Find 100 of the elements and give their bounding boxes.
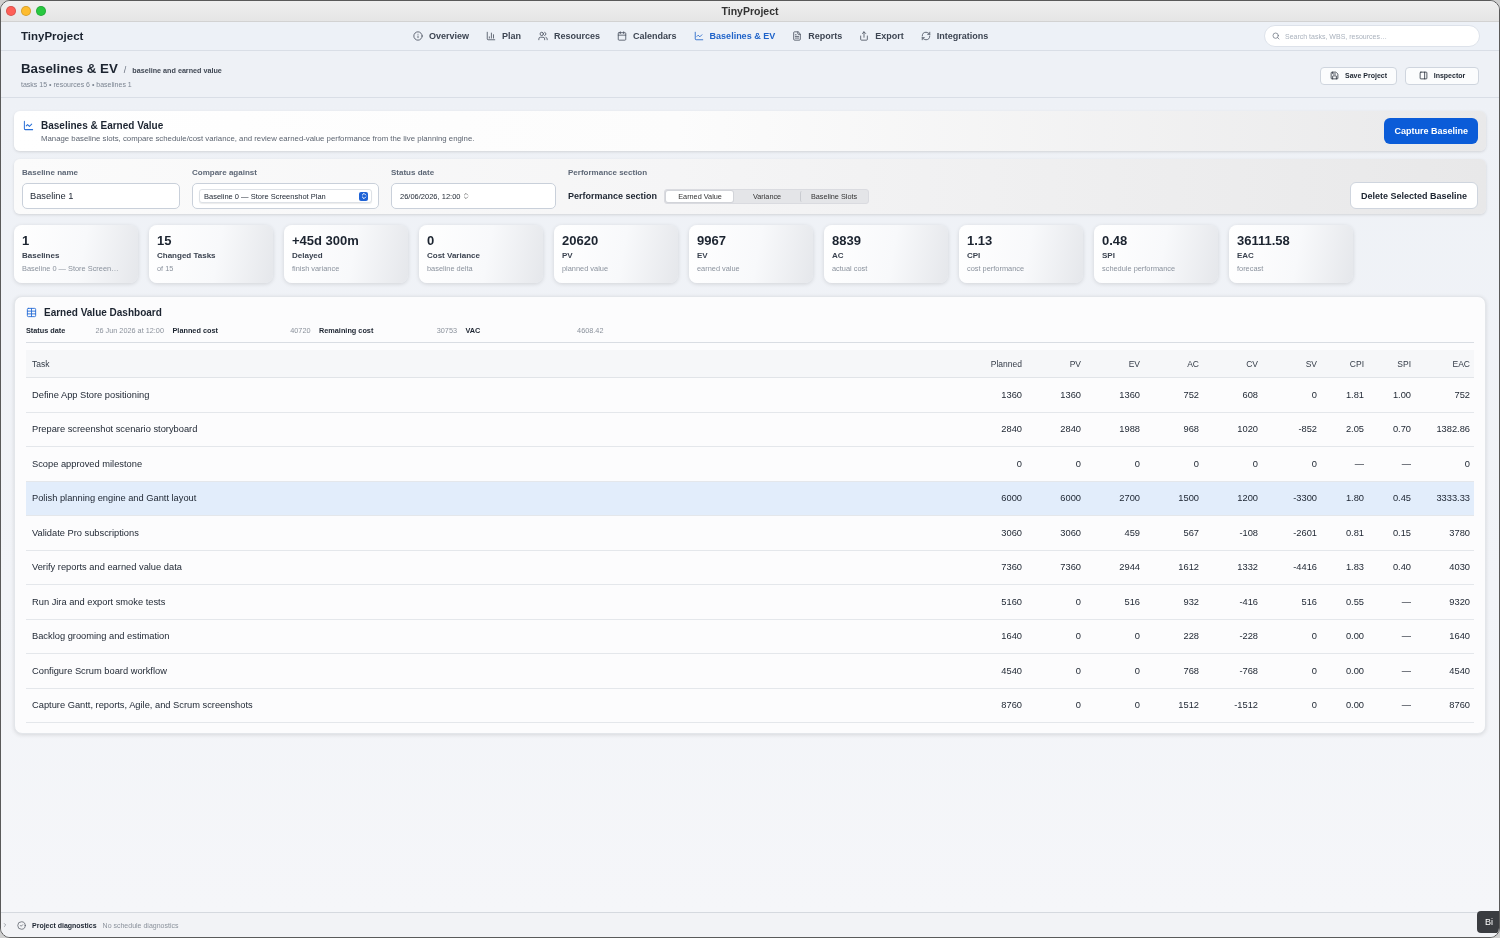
minimize-window-button[interactable] bbox=[21, 6, 31, 16]
table-cell-text: Configure Scrum board workflow bbox=[31, 665, 168, 676]
chevron-icon[interactable] bbox=[2, 922, 8, 928]
table-cell-text: 4030 bbox=[1448, 562, 1471, 573]
table-cell-text: 0.15 bbox=[1391, 527, 1412, 538]
input-field[interactable]: Baseline 1 bbox=[22, 183, 180, 209]
table-row[interactable]: Verify reports and earned value data 7360 7360 2944 1612 1332 -4416 1.83 0.40 4030 bbox=[26, 550, 1474, 585]
capture-baseline-button[interactable]: Capture Baseline bbox=[1384, 118, 1478, 144]
table-cell-text: 1.80 bbox=[1344, 493, 1365, 504]
stat-value: 0.48 bbox=[1102, 233, 1128, 248]
table-cell-text: 567 bbox=[1182, 527, 1200, 538]
column-header: EV bbox=[1127, 358, 1141, 369]
nav-tab[interactable]: Plan bbox=[486, 31, 522, 41]
table-cell-text: Run Jira and export smoke tests bbox=[31, 596, 167, 607]
nav-tab[interactable]: Reports bbox=[792, 31, 843, 41]
table-cell-text: Capture Gantt, reports, Agile, and Scrum screenshots bbox=[31, 700, 254, 711]
close-window-button[interactable] bbox=[6, 6, 16, 16]
column-header: EAC bbox=[1451, 358, 1471, 369]
stat-value: 20620 bbox=[562, 233, 599, 248]
stat-value: 15 bbox=[157, 233, 172, 248]
table-cell-text: 516 bbox=[1300, 596, 1318, 607]
info-icon bbox=[413, 31, 423, 41]
table-cell-text: 0 bbox=[1251, 458, 1259, 469]
save-icon bbox=[1329, 71, 1339, 80]
table-cell-text: -228 bbox=[1238, 631, 1259, 642]
stat-label: Cost Variance bbox=[427, 251, 480, 261]
stat-label: Delayed bbox=[292, 251, 323, 261]
check-circle-icon bbox=[17, 920, 26, 930]
line-chart-icon bbox=[23, 120, 34, 131]
delete-baseline-button[interactable]: Delete Selected Baseline bbox=[1349, 182, 1478, 209]
nav-tab[interactable]: Calendars bbox=[617, 31, 677, 41]
table-cell-text: 608 bbox=[1241, 389, 1259, 400]
table-cell-text: 0 bbox=[1074, 631, 1082, 642]
table-cell-text: 0.55 bbox=[1344, 596, 1365, 607]
nav-tab[interactable]: Resources bbox=[538, 31, 601, 41]
table-cell-text: -416 bbox=[1238, 596, 1259, 607]
table-cell-text: 768 bbox=[1182, 665, 1200, 676]
table-cell-text: 2840 bbox=[1000, 424, 1023, 435]
refresh-icon bbox=[920, 31, 931, 41]
table-cell-text: 932 bbox=[1182, 596, 1200, 607]
control-label: Performance section bbox=[568, 191, 658, 201]
stat-label: PV bbox=[562, 251, 573, 261]
table-cell-text: 1360 bbox=[1000, 389, 1023, 400]
table-row[interactable]: Define App Store positioning 1360 1360 1360 752 608 0 1.81 1.00 752 bbox=[26, 378, 1474, 413]
table-row[interactable]: Run Jira and export smoke tests 5160 0 516 932 -416 516 0.55 — 9320 bbox=[26, 585, 1474, 620]
table-cell-text: 0.40 bbox=[1391, 562, 1412, 573]
column-header: SV bbox=[1304, 358, 1318, 369]
search-icon bbox=[1272, 32, 1280, 40]
table-cell-text: 1640 bbox=[1000, 631, 1023, 642]
table-cell-text: -108 bbox=[1238, 527, 1259, 538]
table-cell-text: 516 bbox=[1123, 596, 1141, 607]
table-cell-text: 6000 bbox=[1000, 493, 1023, 504]
table-cell-text: 1360 bbox=[1059, 389, 1082, 400]
table-row[interactable]: Scope approved milestone 0 0 0 0 0 0 — — 0 bbox=[26, 447, 1474, 482]
stepper-icon bbox=[359, 191, 368, 201]
table-cell-text: 4540 bbox=[1000, 665, 1023, 676]
page-title: Baselines & EV bbox=[21, 60, 118, 77]
dashboard-title: Earned Value Dashboard bbox=[44, 306, 162, 318]
table-cell-text: 1382.86 bbox=[1435, 424, 1471, 435]
table-cell-text: -768 bbox=[1238, 665, 1259, 676]
table-cell-text: — bbox=[1400, 596, 1412, 607]
table-row[interactable]: Polish planning engine and Gantt layout 6000 6000 2700 1500 1200 -3300 1.80 0.45 3333.33 bbox=[26, 481, 1474, 516]
table-cell-text: Define App Store positioning bbox=[31, 389, 151, 400]
table-cell-text: — bbox=[1353, 458, 1365, 469]
table-cell-text: 2.05 bbox=[1344, 424, 1365, 435]
table-cell-text: Validate Pro subscriptions bbox=[31, 527, 140, 538]
nav-tab[interactable]: Overview bbox=[413, 31, 470, 41]
table-row[interactable]: Configure Scrum board workflow 4540 0 0 768 -768 0 0.00 — 4540 bbox=[26, 654, 1474, 689]
tooltip: Bi bbox=[1477, 911, 1499, 933]
stat-label: EV bbox=[697, 251, 708, 261]
table-cell-text: 459 bbox=[1123, 527, 1141, 538]
stat-value: 1.13 bbox=[967, 233, 993, 248]
stat-value: +45d 300m bbox=[292, 233, 359, 248]
table-cell-text: — bbox=[1400, 700, 1412, 711]
table-row[interactable]: Validate Pro subscriptions 3060 3060 459 567 -108 -2601 0.81 0.15 3780 bbox=[26, 516, 1474, 551]
table-cell-text: 0 bbox=[1133, 458, 1141, 469]
table-cell-text: 4540 bbox=[1448, 665, 1471, 676]
table-cell-text: 3780 bbox=[1448, 527, 1471, 538]
table-cell-text: 0 bbox=[1133, 665, 1141, 676]
table-cell-text: 1.83 bbox=[1344, 562, 1365, 573]
table-row[interactable]: Capture Gantt, reports, Agile, and Scrum screenshots 8760 0 0 1512 -1512 0 0.00 — 8760 bbox=[26, 688, 1474, 723]
stat-value: 36111.58 bbox=[1237, 233, 1290, 248]
table-cell-text: 1512 bbox=[1177, 700, 1200, 711]
nav-tab[interactable]: Baselines & EV bbox=[693, 31, 776, 41]
table-cell-text: Verify reports and earned value data bbox=[31, 562, 183, 573]
column-header: SPI bbox=[1396, 358, 1412, 369]
table-cell-text: 1020 bbox=[1236, 424, 1259, 435]
table-cell-text: 0.70 bbox=[1391, 424, 1412, 435]
table-row[interactable]: Prepare screenshot scenario storyboard 2840 2840 1988 968 1020 -852 2.05 0.70 1382.86 bbox=[26, 412, 1474, 447]
column-header: AC bbox=[1186, 358, 1200, 369]
nav-tab[interactable]: Export bbox=[859, 31, 904, 41]
zoom-window-button[interactable] bbox=[36, 6, 46, 16]
bar-chart-icon bbox=[486, 31, 497, 41]
table-cell-text: 0 bbox=[1074, 665, 1082, 676]
table-row[interactable]: Backlog grooming and estimation 1640 0 0 228 -228 0 0.00 — 1640 bbox=[26, 619, 1474, 654]
nav-tab[interactable]: Integrations bbox=[920, 31, 989, 41]
table-cell-text: 0 bbox=[1074, 596, 1082, 607]
table-cell-text: 0 bbox=[1310, 631, 1318, 642]
table-cell-text: 0 bbox=[1133, 700, 1141, 711]
table-cell-text: 0.81 bbox=[1344, 527, 1365, 538]
